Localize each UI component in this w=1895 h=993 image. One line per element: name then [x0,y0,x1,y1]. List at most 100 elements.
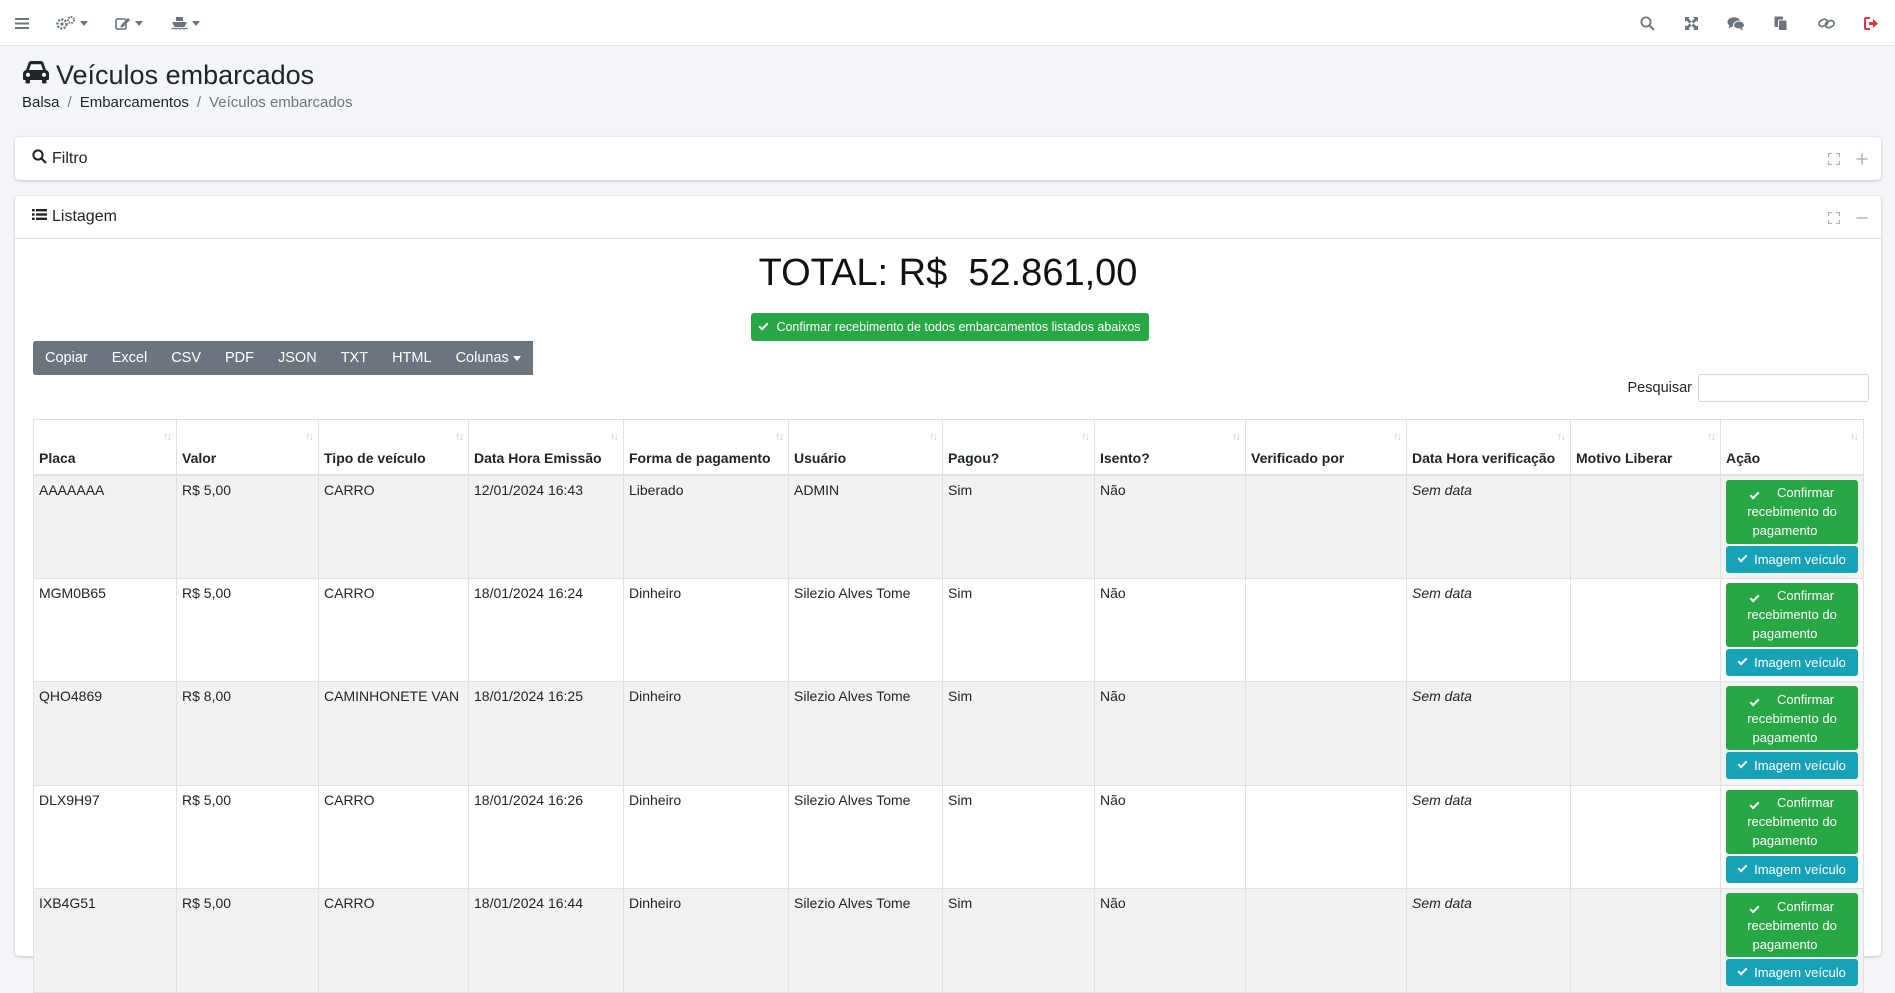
sign-out-icon[interactable] [1860,0,1882,46]
cell-valor: R$ 8,00 [176,681,319,786]
search-icon[interactable] [1636,0,1658,46]
vehicle-image-button[interactable]: Imagem veículo [1726,545,1858,573]
cell-data_verif: Sem data [1406,577,1571,682]
column-header[interactable]: Valor ↑↓ [176,419,319,476]
vehicle-image-label: Imagem veículo [1754,965,1846,980]
plus-icon[interactable] [1851,148,1873,170]
breadcrumb-embarcamentos[interactable]: Embarcamentos [80,94,189,111]
check-icon [1749,696,1760,706]
sort-icon: ↑↓ [305,431,314,443]
vehicle-image-label: Imagem veículo [1754,654,1846,670]
search-label: Pesquisar [1627,380,1692,396]
vehicle-image-label: Imagem veículo [1754,861,1846,877]
filter-card-header[interactable]: Filtro [15,137,1881,180]
cell-forma: Dinheiro [623,888,789,993]
confirm-payment-button[interactable]: Confirmar recebimento do pagamento [1726,789,1858,854]
copy-button[interactable]: Copiar [33,341,100,375]
cell-forma: Dinheiro [623,681,789,786]
cell-forma: Dinheiro [623,577,789,682]
comments-icon[interactable] [1724,0,1748,46]
sort-icon: ↑↓ [1232,431,1241,443]
cell-isento: Não [1094,784,1246,889]
cell-acao: Confirmar recebimento do pagamento Imagem… [1720,681,1864,786]
pdf-button[interactable]: PDF [213,341,267,375]
cell-pagou: Sim [942,888,1095,993]
sort-icon: ↑↓ [163,431,172,443]
edit-menu[interactable] [114,0,144,46]
cell-usuario: Silezio Alves Tome [788,681,943,786]
column-header-label: Placa [39,449,76,466]
sort-icon: ↑↓ [455,431,464,443]
confirm-all-button[interactable]: Confirmar recebimento de todos embarcame… [751,313,1149,341]
confirm-payment-label: Confirmar recebimento do pagamento [1747,898,1837,952]
excel-button[interactable]: Excel [99,341,160,375]
menu-icon[interactable] [12,0,32,46]
maximize-icon[interactable] [1823,148,1845,170]
cell-usuario: Silezio Alves Tome [788,577,943,682]
vehicle-image-button[interactable]: Imagem veículo [1726,855,1858,883]
column-header[interactable]: Isento? ↑↓ [1094,419,1246,476]
search-input[interactable] [1698,374,1869,402]
cogs-menu[interactable] [54,0,90,46]
column-header[interactable]: Usuário ↑↓ [788,419,943,476]
json-button[interactable]: JSON [266,341,329,375]
cell-verificado [1245,474,1407,579]
maximize-icon[interactable] [1823,207,1845,229]
column-header-label: Motivo Liberar [1576,449,1673,466]
confirm-payment-button[interactable]: Confirmar recebimento do pagamento [1726,893,1858,957]
column-header-label: Valor [182,449,217,466]
table-search: Pesquisar [1628,374,1869,402]
column-header[interactable]: Placa ↑↓ [33,419,177,476]
csv-button[interactable]: CSV [159,341,214,375]
html-button[interactable]: HTML [380,341,444,375]
cell-pagou: Sim [942,474,1095,579]
cogs-icon [56,16,76,30]
table-row: AAAAAAA R$ 5,00 CARRO 12/01/2024 16:43 Liber… [33,474,1864,579]
columns-label: Colunas [455,350,509,366]
filter-card-title: Filtro [52,149,88,167]
column-header[interactable]: Motivo Liberar ↑↓ [1570,419,1721,476]
sort-icon: ↑↓ [1707,431,1716,443]
column-header-label: Forma de pagamento [629,449,771,466]
column-header-label: Isento? [1100,449,1150,466]
column-header[interactable]: Pagou? ↑↓ [942,419,1095,476]
minus-icon[interactable] [1851,207,1873,229]
vehicle-image-button[interactable]: Imagem veículo [1726,959,1858,986]
column-header-label: Usuário [794,449,847,466]
vehicle-image-button[interactable]: Imagem veículo [1726,752,1858,779]
copy-icon[interactable] [1770,0,1792,46]
list-icon [32,208,47,226]
confirm-payment-button[interactable]: Confirmar recebimento do pagamento [1726,479,1858,544]
sort-icon: ↑↓ [775,431,784,443]
column-header-label: Data Hora verificação [1412,449,1556,466]
confirm-payment-button[interactable]: Confirmar recebimento do pagamento [1726,686,1858,750]
breadcrumb-balsa[interactable]: Balsa [22,94,60,111]
expand-icon[interactable] [1680,0,1702,46]
vehicle-image-button[interactable]: Imagem veículo [1726,648,1858,676]
cell-placa: DLX9H97 [33,784,177,889]
cell-isento: Não [1094,577,1246,682]
edit-icon [115,16,131,30]
link-icon[interactable] [1814,0,1838,46]
column-header[interactable]: Tipo de veículo ↑↓ [318,419,469,476]
table-row: DLX9H97 R$ 5,00 CARRO 18/01/2024 16:26 Dinhe… [33,784,1864,889]
breadcrumb-separator: / [196,94,202,111]
column-header[interactable]: Verificado por ↑↓ [1245,419,1407,476]
confirm-payment-label: Confirmar recebimento do pagamento [1747,588,1837,641]
column-header[interactable]: Data Hora verificação ↑↓ [1406,419,1571,476]
cell-tipo: CARRO [318,888,469,993]
cell-forma: Dinheiro [623,784,789,889]
check-icon [1737,862,1748,872]
columns-dropdown-button[interactable]: Colunas [443,341,533,375]
confirm-payment-button[interactable]: Confirmar recebimento do pagamento [1726,582,1858,647]
column-header[interactable]: Forma de pagamento ↑↓ [623,419,789,476]
cell-motivo [1570,577,1721,682]
txt-button[interactable]: TXT [328,341,381,375]
column-header-label: Data Hora Emissão [474,449,602,466]
column-header[interactable]: Ação ↑↓ [1720,419,1864,476]
cell-valor: R$ 5,00 [176,577,319,682]
cell-emissao: 12/01/2024 16:43 [468,474,624,579]
ship-menu[interactable] [170,0,200,46]
confirm-payment-label: Confirmar recebimento do pagamento [1747,691,1837,745]
column-header[interactable]: Data Hora Emissão ↑↓ [468,419,624,476]
